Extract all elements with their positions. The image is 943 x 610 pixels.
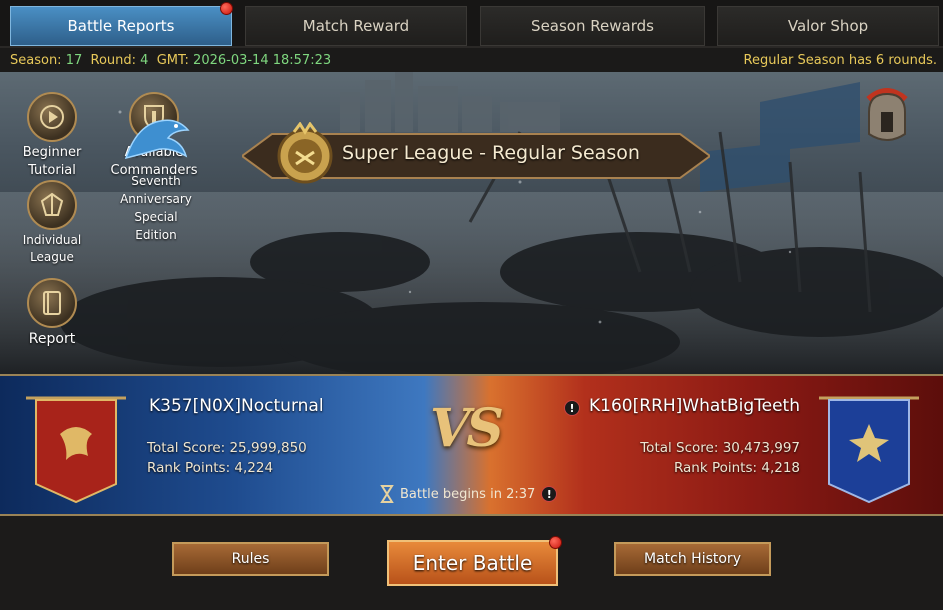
battle-banner: Beginner Tutorial Available Commanders I… [0, 72, 943, 374]
beginner-tutorial-button[interactable]: Beginner Tutorial [4, 92, 100, 180]
versus-panel: K357[N0X]Nocturnal Total Score: 25,999,8… [0, 374, 943, 516]
tab-valor-shop[interactable]: Valor Shop [717, 6, 939, 46]
tab-label: Battle Reports [67, 17, 175, 35]
league-emblem-icon [274, 121, 336, 188]
divider [0, 374, 943, 376]
gmt-label: GMT: [156, 53, 189, 68]
league-label-line2: League [30, 250, 74, 264]
play-icon [27, 92, 77, 142]
league-title-plate: Super League - Regular Season [242, 121, 710, 184]
tab-label: Match Reward [302, 17, 410, 35]
tab-label: Season Rewards [531, 17, 654, 35]
season-value: 17 [65, 53, 83, 68]
anniversary-label-line2: Anniversary [120, 192, 192, 206]
right-alliance-flag [819, 394, 919, 504]
seventh-anniversary-button[interactable]: Seventh Anniversary Special Edition [108, 119, 204, 244]
vs-label: VS [430, 398, 504, 459]
round-label: Round: [90, 53, 137, 68]
book-icon [27, 278, 77, 328]
tab-battle-reports[interactable]: Battle Reports [10, 2, 233, 46]
tab-label: Valor Shop [787, 17, 869, 35]
left-player-name[interactable]: K357[N0X]Nocturnal [149, 396, 324, 416]
anniversary-label-line1: Seventh [131, 174, 181, 188]
anniversary-label-line4: Edition [135, 228, 177, 242]
rules-label: Rules [231, 551, 270, 567]
league-title-text: Super League - Regular Season [342, 142, 640, 164]
anniversary-label-line3: Special [134, 210, 178, 224]
notification-dot [220, 2, 233, 15]
right-total-score: Total Score: 30,473,997 [640, 440, 800, 456]
tutorial-label-line2: Tutorial [28, 163, 76, 178]
left-total-score: Total Score: 25,999,850 [147, 440, 307, 456]
battle-countdown: Battle begins in 2:37 ! [380, 484, 558, 504]
action-bar: Rules Enter Battle Match History [0, 516, 943, 610]
warning-icon[interactable]: ! [541, 486, 558, 502]
match-history-button[interactable]: Match History [614, 542, 771, 576]
league-crest-icon [27, 180, 77, 230]
dragon-icon [116, 108, 196, 160]
enter-battle-button[interactable]: Enter Battle [387, 536, 562, 586]
report-label: Report [28, 331, 76, 347]
notification-dot [549, 536, 562, 549]
tab-match-reward[interactable]: Match Reward [245, 6, 467, 46]
left-rank-points: Rank Points: 4,224 [147, 460, 274, 476]
tab-bar: Battle Reports Match Reward Season Rewar… [0, 0, 943, 48]
match-history-label: Match History [644, 551, 741, 567]
right-rank-points: Rank Points: 4,218 [673, 460, 800, 476]
gmt-value: 2026-03-14 18:57:23 [193, 53, 332, 68]
rounds-note: Regular Season has 6 rounds. [743, 53, 937, 68]
league-label-line1: Individual [22, 233, 82, 247]
hourglass-icon [380, 485, 394, 503]
season-info: Season: 17 Round: 4 GMT: 2026-03-14 18:5… [10, 53, 331, 68]
helmet-icon[interactable] [861, 86, 913, 148]
info-bar: Season: 17 Round: 4 GMT: 2026-03-14 18:5… [0, 50, 943, 72]
tab-season-rewards[interactable]: Season Rewards [480, 6, 705, 46]
individual-league-button[interactable]: Individual League [4, 180, 100, 266]
countdown-text: Battle begins in 2:37 [400, 486, 536, 502]
right-player-name[interactable]: K160[RRH]WhatBigTeeth [589, 396, 800, 416]
enter-battle-label: Enter Battle [412, 551, 533, 575]
left-alliance-flag [26, 394, 126, 504]
tutorial-label-line1: Beginner [22, 145, 82, 160]
report-button[interactable]: Report [4, 278, 100, 348]
rules-button[interactable]: Rules [172, 542, 329, 576]
warning-icon[interactable]: ! [564, 400, 580, 416]
round-value: 4 [140, 53, 149, 68]
season-label: Season: [10, 53, 62, 68]
